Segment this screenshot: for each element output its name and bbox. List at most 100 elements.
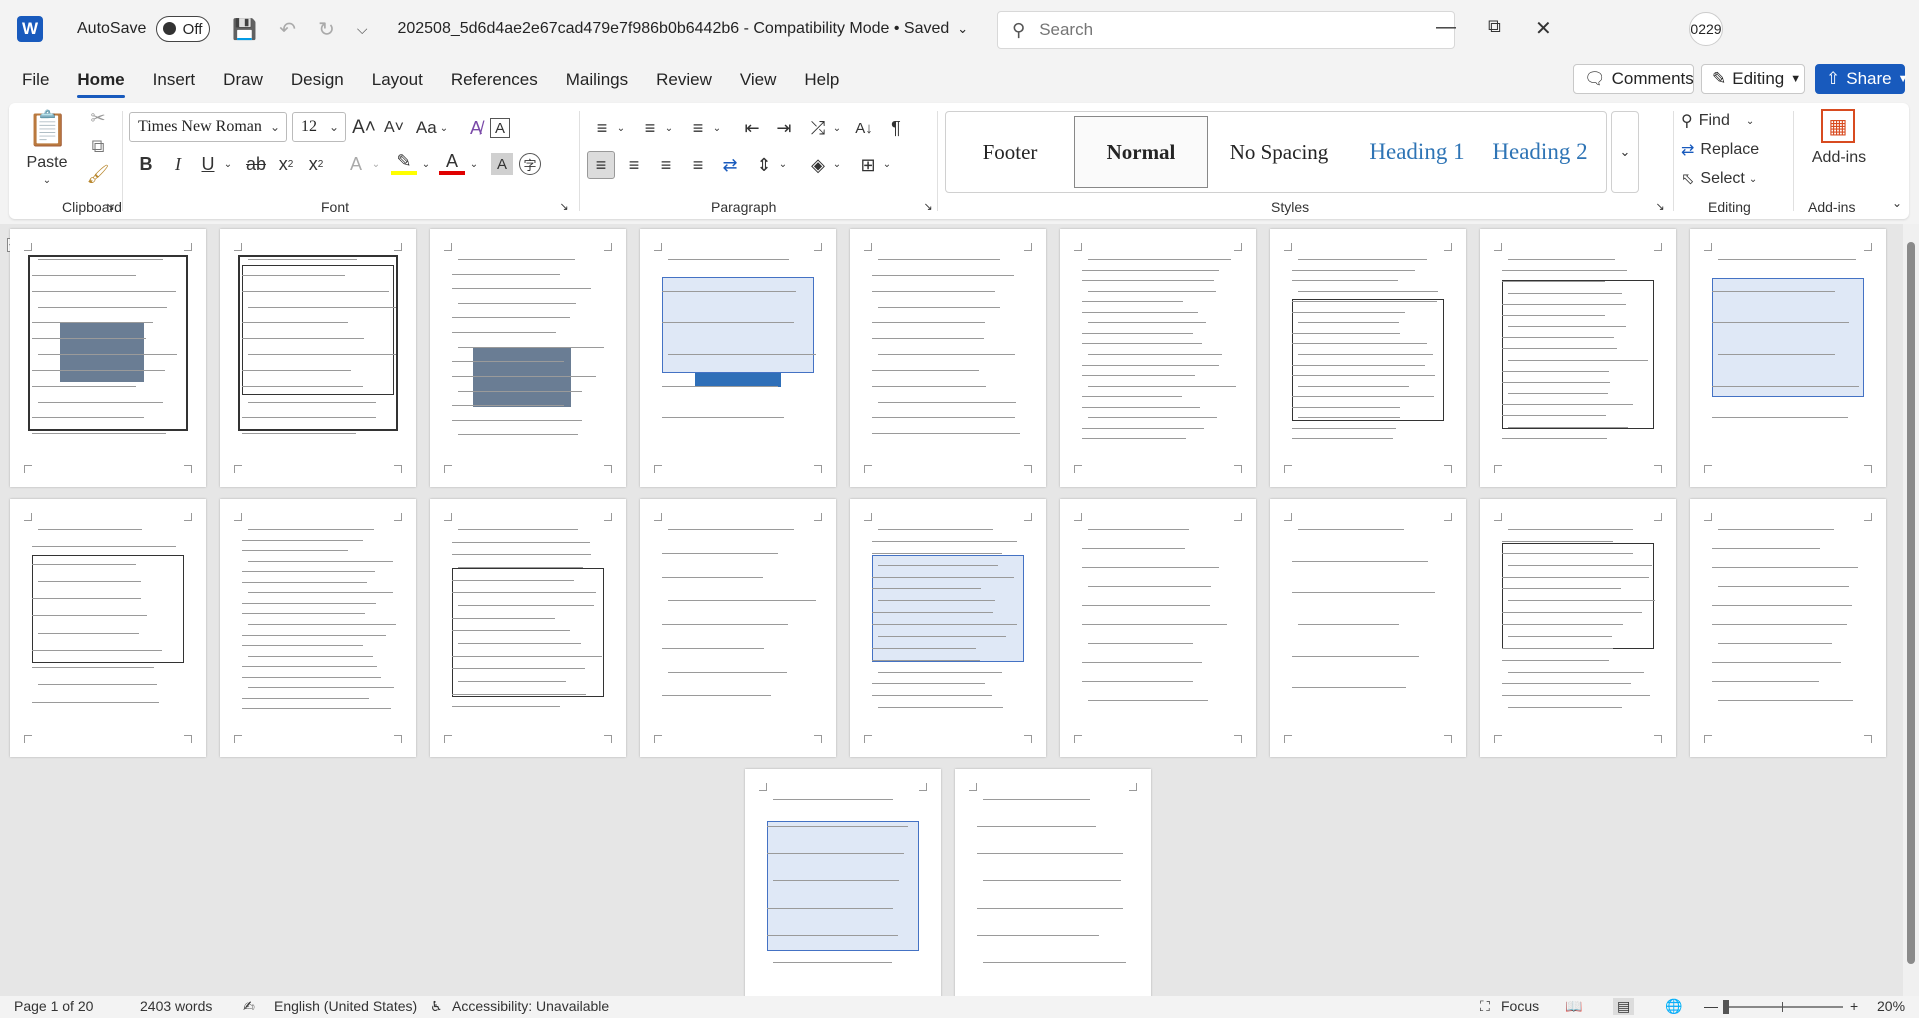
redo-icon[interactable]: ↻: [318, 17, 335, 42]
page-indicator[interactable]: Page 1 of 20: [14, 998, 93, 1014]
find-button[interactable]: ⚲ Find ⌄: [1681, 109, 1791, 133]
chevron-down-icon[interactable]: ⌄: [881, 157, 893, 171]
search-box[interactable]: ⚲: [997, 11, 1455, 49]
sort-icon[interactable]: A↓: [851, 115, 877, 141]
character-shading-icon[interactable]: A: [491, 153, 513, 175]
tab-design[interactable]: Design: [277, 62, 358, 98]
page-thumbnail[interactable]: [220, 499, 416, 757]
paste-icon[interactable]: 📋: [27, 107, 69, 151]
select-button[interactable]: ⬁ Select ⌄: [1681, 167, 1791, 191]
restore-icon[interactable]: ⧉: [1488, 16, 1501, 37]
vertical-scrollbar[interactable]: [1903, 224, 1919, 996]
page-thumbnail[interactable]: [1480, 229, 1676, 487]
tab-home[interactable]: Home: [63, 62, 138, 98]
page-thumbnail[interactable]: [430, 229, 626, 487]
tab-draw[interactable]: Draw: [209, 62, 277, 98]
text-direction-icon[interactable]: ⤮: [805, 115, 831, 141]
share-button[interactable]: ⇧ Share ▼: [1815, 64, 1909, 94]
tab-review[interactable]: Review: [642, 62, 726, 98]
page-thumbnail[interactable]: [850, 499, 1046, 757]
bold-icon[interactable]: B: [133, 151, 159, 177]
page-thumbnail[interactable]: [955, 769, 1151, 1018]
page-thumbnail[interactable]: [1480, 499, 1676, 757]
page-thumbnail[interactable]: [10, 499, 206, 757]
zoom-in-icon[interactable]: +: [1850, 998, 1858, 1014]
tab-insert[interactable]: Insert: [139, 62, 210, 98]
chevron-down-icon[interactable]: ⌄: [957, 21, 968, 37]
undo-icon[interactable]: ↶: [279, 17, 296, 42]
bullets-icon[interactable]: ≡: [589, 115, 615, 141]
page-thumbnail[interactable]: [745, 769, 941, 1018]
page-thumbnail[interactable]: [850, 229, 1046, 487]
save-icon[interactable]: 💾: [232, 17, 257, 42]
tab-references[interactable]: References: [437, 62, 552, 98]
style-heading-1[interactable]: Heading 1: [1350, 116, 1484, 188]
page-thumbnail[interactable]: [1060, 499, 1256, 757]
strikethrough-icon[interactable]: ab: [243, 151, 269, 177]
zoom-out-icon[interactable]: —: [1704, 998, 1718, 1014]
page-thumbnail[interactable]: [1270, 499, 1466, 757]
replace-button[interactable]: ⇄ Replace: [1681, 138, 1791, 162]
chevron-down-icon[interactable]: ⌄: [777, 157, 789, 171]
proofing-icon[interactable]: ✍: [243, 998, 255, 1015]
subscript-icon[interactable]: x2: [273, 151, 299, 177]
page-thumbnail[interactable]: [1060, 229, 1256, 487]
increase-indent-icon[interactable]: ⇥: [771, 115, 797, 141]
zoom-level[interactable]: 20%: [1877, 998, 1905, 1014]
editing-mode-button[interactable]: ✎ Editing ▼: [1701, 64, 1805, 94]
text-effects-icon[interactable]: A: [343, 151, 369, 177]
paste-button[interactable]: Paste: [27, 153, 68, 173]
align-left-icon[interactable]: ≡: [587, 151, 615, 179]
tab-layout[interactable]: Layout: [358, 62, 437, 98]
style-no-spacing[interactable]: No Spacing: [1212, 116, 1346, 188]
page-thumbnail[interactable]: [640, 499, 836, 757]
page-thumbnail[interactable]: [640, 229, 836, 487]
dialog-launcher-icon[interactable]: ↘: [103, 199, 117, 213]
style-heading-2[interactable]: Heading 2: [1488, 116, 1592, 188]
page-thumbnail[interactable]: [1270, 229, 1466, 487]
font-family-select[interactable]: Times New Roman ⌄: [129, 112, 287, 142]
change-case-button[interactable]: Aa ⌄: [413, 115, 451, 141]
dialog-launcher-icon[interactable]: ↘: [921, 199, 935, 213]
decrease-indent-icon[interactable]: ⇤: [739, 115, 765, 141]
accessibility-status[interactable]: Accessibility: Unavailable: [452, 998, 609, 1014]
close-icon[interactable]: ✕: [1535, 16, 1552, 41]
zoom-slider[interactable]: [1723, 1000, 1843, 1014]
tab-view[interactable]: View: [726, 62, 791, 98]
web-layout-icon[interactable]: 🌐: [1665, 998, 1682, 1015]
add-ins-icon[interactable]: ▦: [1821, 109, 1855, 143]
tab-file[interactable]: File: [8, 62, 63, 98]
comments-button[interactable]: 🗨 Comments: [1573, 64, 1694, 94]
chevron-down-icon[interactable]: ⌄: [19, 173, 75, 187]
scrollbar-thumb[interactable]: [1907, 242, 1915, 964]
page-thumbnail[interactable]: [430, 499, 626, 757]
shading-icon[interactable]: ◈: [805, 151, 831, 179]
page-thumbnail[interactable]: [1690, 229, 1886, 487]
customize-qat-icon[interactable]: ⌵: [357, 21, 368, 38]
line-spacing-icon[interactable]: ⇕: [751, 151, 777, 179]
user-avatar[interactable]: 0229: [1689, 12, 1723, 46]
character-border-icon[interactable]: A: [490, 118, 510, 138]
chevron-down-icon[interactable]: ⌄: [831, 157, 843, 171]
show-formatting-marks-icon[interactable]: ¶: [883, 115, 909, 141]
document-canvas[interactable]: ✥: [0, 224, 1903, 1018]
tab-help[interactable]: Help: [790, 62, 853, 98]
document-title[interactable]: 202508_5d6d4ae2e67cad479e7f986b0b6442b6 …: [397, 20, 949, 38]
underline-icon[interactable]: U: [195, 151, 221, 177]
add-ins-button[interactable]: Add-ins: [1799, 147, 1879, 169]
chevron-down-icon[interactable]: ⌄: [711, 121, 723, 135]
align-center-icon[interactable]: ≡: [621, 151, 647, 179]
numbering-icon[interactable]: ≡: [637, 115, 663, 141]
font-color-icon[interactable]: A: [439, 151, 465, 175]
page-thumbnail[interactable]: [1690, 499, 1886, 757]
dialog-launcher-icon[interactable]: ↘: [1653, 199, 1667, 213]
cut-icon[interactable]: ✂: [87, 107, 109, 129]
page-thumbnail[interactable]: [220, 229, 416, 487]
read-mode-icon[interactable]: 📖: [1565, 998, 1582, 1015]
page-thumbnail[interactable]: [10, 229, 206, 487]
enclose-characters-icon[interactable]: 字: [519, 153, 541, 175]
chevron-down-icon[interactable]: ⌄: [369, 157, 383, 171]
search-input[interactable]: [1039, 20, 1420, 40]
multilevel-list-icon[interactable]: ≡: [685, 115, 711, 141]
distributed-icon[interactable]: ⇄: [717, 151, 743, 179]
